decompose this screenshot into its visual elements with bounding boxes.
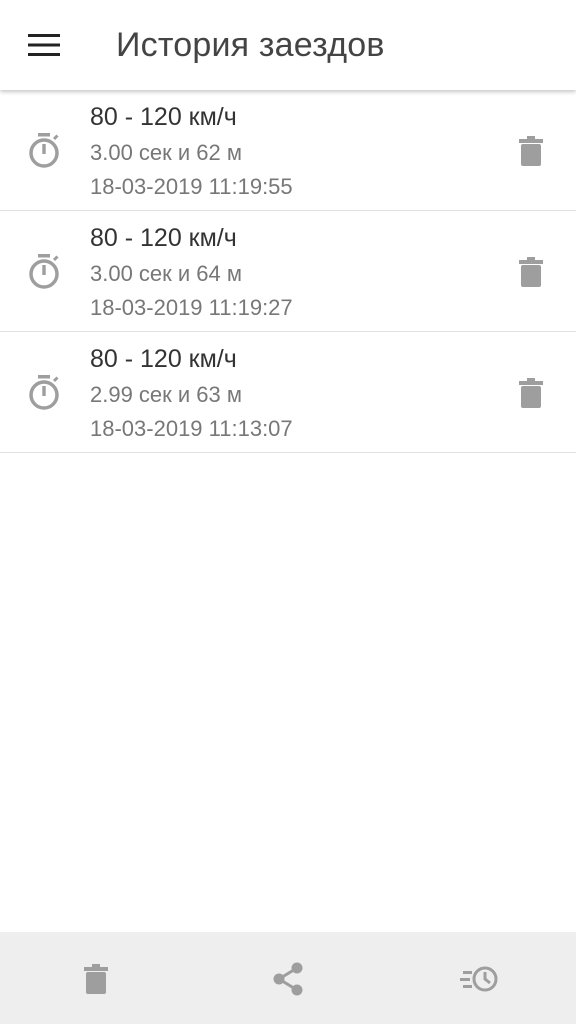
run-title: 80 - 120 км/ч: [90, 224, 237, 252]
run-result: 3.00 сек и 62 м: [90, 140, 243, 165]
stopwatch-icon: [29, 133, 59, 168]
run-timestamp: 18-03-2019 11:19:27: [90, 295, 293, 320]
history-icon: [460, 966, 498, 992]
run-timestamp: 18-03-2019 11:19:55: [90, 174, 293, 199]
run-result: 3.00 сек и 64 м: [90, 261, 243, 286]
run-title: 80 - 120 км/ч: [90, 103, 237, 131]
menu-button[interactable]: [22, 26, 66, 64]
delete-run-button[interactable]: [510, 251, 552, 293]
list-item[interactable]: 80 - 120 км/ч 2.99 сек и 63 м 18-03-2019…: [0, 332, 576, 453]
share-button[interactable]: [265, 956, 311, 1002]
list-item[interactable]: 80 - 120 км/ч 3.00 сек и 62 м 18-03-2019…: [0, 90, 576, 211]
trash-icon: [519, 257, 543, 287]
delete-run-button[interactable]: [510, 372, 552, 414]
delete-all-button[interactable]: [73, 956, 119, 1002]
page-title: История заездов: [116, 26, 385, 64]
app-bar: История заездов: [0, 0, 576, 90]
list-item[interactable]: 80 - 120 км/ч 3.00 сек и 64 м 18-03-2019…: [0, 211, 576, 332]
trash-icon: [519, 136, 543, 166]
share-icon: [273, 962, 303, 996]
trash-icon: [84, 964, 108, 994]
delete-run-button[interactable]: [510, 130, 552, 172]
run-result: 2.99 сек и 63 м: [90, 382, 243, 407]
stopwatch-icon: [29, 254, 59, 289]
bottom-action-bar: [0, 932, 576, 1024]
run-title: 80 - 120 км/ч: [90, 345, 237, 373]
run-history-list: 80 - 120 км/ч 3.00 сек и 62 м 18-03-2019…: [0, 90, 576, 453]
trash-icon: [519, 378, 543, 408]
run-timestamp: 18-03-2019 11:13:07: [90, 416, 293, 441]
hamburger-menu-icon: [28, 34, 60, 56]
history-button[interactable]: [457, 956, 503, 1002]
stopwatch-icon: [29, 375, 59, 410]
